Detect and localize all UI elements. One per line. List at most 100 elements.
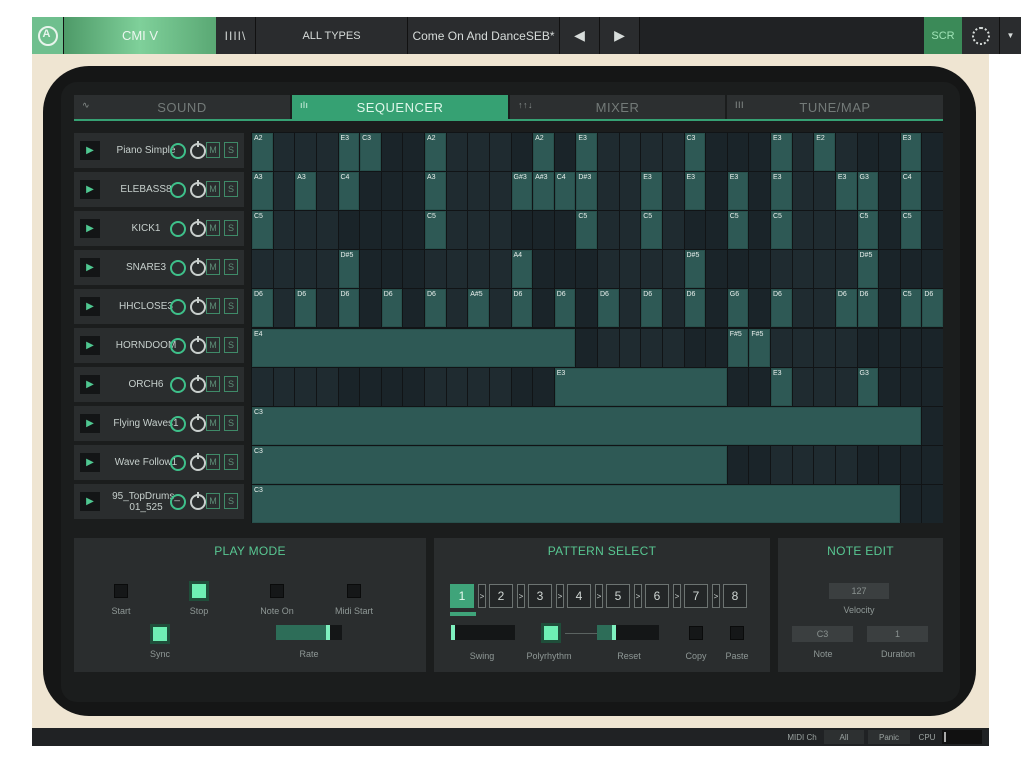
grid-step[interactable] bbox=[446, 211, 468, 250]
sync-toggle[interactable] bbox=[153, 627, 167, 641]
grid-step[interactable] bbox=[771, 328, 792, 367]
grid-step[interactable] bbox=[468, 133, 489, 172]
note-block[interactable]: C3 bbox=[684, 133, 706, 172]
track-row[interactable]: ▶ Wave Follow1 M S bbox=[74, 445, 244, 480]
library-icon[interactable]: IIII\ bbox=[216, 17, 256, 54]
note-block[interactable]: C4 bbox=[554, 172, 576, 211]
type-filter-button[interactable]: ALL TYPES bbox=[256, 17, 408, 54]
app-menu-button[interactable]: CMI V bbox=[64, 17, 216, 54]
note-block[interactable]: A2 bbox=[252, 133, 273, 172]
note-block[interactable]: D#5 bbox=[338, 250, 360, 289]
grid-step[interactable] bbox=[446, 172, 468, 211]
mute-button[interactable]: M bbox=[206, 181, 220, 197]
note-block[interactable]: F#5 bbox=[749, 328, 770, 367]
note-block[interactable]: D6 bbox=[252, 289, 273, 328]
grid-step[interactable] bbox=[576, 328, 597, 367]
note-field[interactable]: C3 bbox=[792, 626, 853, 642]
note-block[interactable]: G3 bbox=[857, 367, 879, 406]
note-block[interactable]: G3 bbox=[857, 172, 879, 211]
grid-step[interactable] bbox=[381, 133, 403, 172]
grid-step[interactable] bbox=[489, 133, 511, 172]
grid-step[interactable] bbox=[598, 250, 619, 289]
pan-knob[interactable] bbox=[190, 141, 206, 159]
grid-step[interactable] bbox=[360, 250, 381, 289]
grid-step[interactable] bbox=[598, 328, 619, 367]
pan-knob[interactable] bbox=[190, 219, 206, 237]
note-block[interactable]: E3 bbox=[576, 133, 597, 172]
grid-step[interactable] bbox=[533, 211, 554, 250]
velocity-field[interactable]: 127 bbox=[829, 583, 889, 599]
grid-step[interactable] bbox=[316, 133, 338, 172]
tab-sequencer[interactable]: ılı SEQUENCER bbox=[292, 95, 508, 119]
grid-step[interactable] bbox=[814, 445, 835, 484]
note-block[interactable]: D#5 bbox=[857, 250, 879, 289]
grid-step[interactable] bbox=[792, 211, 814, 250]
grid-step[interactable] bbox=[662, 133, 684, 172]
grid-step[interactable] bbox=[835, 328, 857, 367]
note-block[interactable]: C5 bbox=[576, 211, 597, 250]
grid-step[interactable] bbox=[338, 211, 360, 250]
grid-step[interactable] bbox=[360, 289, 381, 328]
mute-button[interactable]: M bbox=[206, 337, 220, 353]
grid-step[interactable] bbox=[489, 289, 511, 328]
grid-step[interactable] bbox=[749, 250, 770, 289]
tab-mixer[interactable]: ↑↑↓ MIXER bbox=[510, 95, 725, 119]
grid-step[interactable] bbox=[446, 133, 468, 172]
grid-step[interactable] bbox=[641, 250, 662, 289]
note-block[interactable]: C5 bbox=[641, 211, 662, 250]
grid-step[interactable] bbox=[252, 250, 273, 289]
grid-step[interactable] bbox=[403, 211, 424, 250]
note-block[interactable]: C4 bbox=[338, 172, 360, 211]
midi-start-toggle[interactable] bbox=[347, 584, 361, 598]
note-block[interactable]: D6 bbox=[922, 289, 943, 328]
preset-name-field[interactable]: Come On And DanceSEB* bbox=[408, 17, 560, 54]
note-block[interactable]: A2 bbox=[533, 133, 554, 172]
solo-button[interactable]: S bbox=[224, 337, 238, 353]
grid-step[interactable] bbox=[446, 367, 468, 406]
stop-toggle[interactable] bbox=[192, 584, 206, 598]
pattern-button-7[interactable]: 7 bbox=[684, 584, 708, 608]
rate-slider[interactable] bbox=[276, 625, 342, 640]
track-row[interactable]: ▶ HORNDOOM M S bbox=[74, 328, 244, 363]
pattern-button-3[interactable]: 3 bbox=[528, 584, 552, 608]
note-block[interactable]: C3 bbox=[252, 484, 900, 523]
grid-step[interactable] bbox=[792, 172, 814, 211]
grid-step[interactable] bbox=[771, 250, 792, 289]
note-block[interactable]: D6 bbox=[381, 289, 403, 328]
grid-step[interactable] bbox=[403, 250, 424, 289]
note-block[interactable]: C5 bbox=[900, 289, 922, 328]
solo-button[interactable]: S bbox=[224, 220, 238, 236]
volume-knob[interactable] bbox=[170, 416, 186, 432]
mute-button[interactable]: M bbox=[206, 142, 220, 158]
grid-step[interactable] bbox=[381, 367, 403, 406]
solo-button[interactable]: S bbox=[224, 454, 238, 470]
grid-step[interactable] bbox=[879, 445, 900, 484]
grid-step[interactable] bbox=[727, 367, 749, 406]
grid-step[interactable] bbox=[792, 250, 814, 289]
grid-step[interactable] bbox=[749, 133, 770, 172]
rate-slider-thumb[interactable] bbox=[326, 625, 330, 640]
track-row[interactable]: ▶ HHCLOSE3 M S bbox=[74, 289, 244, 324]
grid-step[interactable] bbox=[879, 289, 900, 328]
note-block[interactable]: D6 bbox=[338, 289, 360, 328]
grid-step[interactable] bbox=[295, 133, 316, 172]
grid-step[interactable] bbox=[662, 250, 684, 289]
grid-step[interactable] bbox=[554, 250, 576, 289]
grid-step[interactable] bbox=[922, 445, 943, 484]
note-block[interactable]: D6 bbox=[857, 289, 879, 328]
solo-button[interactable]: S bbox=[224, 415, 238, 431]
solo-button[interactable]: S bbox=[224, 259, 238, 275]
volume-knob[interactable] bbox=[170, 299, 186, 315]
note-block[interactable]: A#5 bbox=[468, 289, 489, 328]
grid-step[interactable] bbox=[316, 289, 338, 328]
play-icon[interactable]: ▶ bbox=[80, 453, 100, 472]
note-block[interactable]: C5 bbox=[727, 211, 749, 250]
grid-step[interactable] bbox=[641, 133, 662, 172]
grid-step[interactable] bbox=[922, 484, 943, 523]
grid-step[interactable] bbox=[814, 250, 835, 289]
grid-step[interactable] bbox=[468, 367, 489, 406]
tab-tune-map[interactable]: III TUNE/MAP bbox=[727, 95, 943, 119]
track-row[interactable]: ▶ Flying Waves1 M S bbox=[74, 406, 244, 441]
volume-knob[interactable] bbox=[170, 494, 186, 510]
play-icon[interactable]: ▶ bbox=[80, 414, 100, 433]
